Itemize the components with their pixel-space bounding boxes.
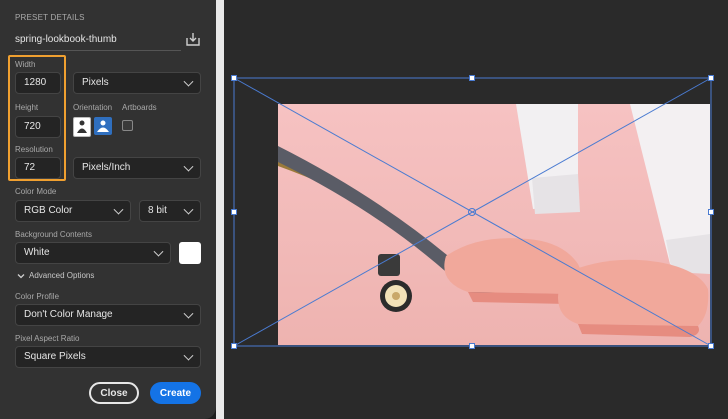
resolution-input[interactable]: 72	[15, 157, 61, 179]
background-select[interactable]: White	[15, 242, 171, 264]
landscape-icon	[97, 120, 109, 132]
transform-handle-top-right[interactable]	[708, 75, 714, 81]
color-mode-select[interactable]: RGB Color	[15, 200, 131, 222]
chevron-down-icon	[17, 273, 25, 278]
transform-handle-bottom[interactable]	[469, 343, 475, 349]
width-unit-value: Pixels	[82, 77, 109, 88]
advanced-options-label: Advanced Options	[29, 271, 95, 280]
preset-name-text: spring-lookbook-thumb	[15, 34, 117, 45]
color-mode-value: RGB Color	[24, 205, 73, 216]
width-unit-select[interactable]: Pixels	[73, 72, 201, 94]
advanced-options-toggle[interactable]: Advanced Options	[17, 271, 94, 280]
section-title: PRESET DETAILS	[15, 13, 85, 22]
resolution-unit-value: Pixels/Inch	[82, 162, 131, 173]
color-profile-select[interactable]: Don't Color Manage	[15, 304, 201, 326]
color-profile-value: Don't Color Manage	[24, 309, 113, 320]
transform-handle-bottom-right[interactable]	[708, 343, 714, 349]
bit-depth-select[interactable]: 8 bit	[139, 200, 201, 222]
transform-handle-top-left[interactable]	[231, 75, 237, 81]
transform-handle-right[interactable]	[708, 209, 714, 215]
artboards-label: Artboards	[122, 103, 157, 112]
height-label: Height	[15, 103, 39, 112]
transform-handle-top[interactable]	[469, 75, 475, 81]
chevron-down-icon	[183, 161, 194, 172]
pixel-aspect-select[interactable]: Square Pixels	[15, 346, 201, 368]
background-color-swatch[interactable]	[179, 242, 201, 264]
preview-photo	[278, 104, 710, 345]
preset-details-panel: PRESET DETAILS spring-lookbook-thumb Wid…	[0, 0, 217, 419]
portrait-orientation-button[interactable]	[73, 117, 91, 137]
width-label: Width	[15, 60, 36, 69]
resolution-label: Resolution	[15, 145, 53, 154]
save-preset-icon[interactable]	[185, 31, 201, 47]
orientation-label: Orientation	[73, 103, 113, 112]
pixel-aspect-label: Pixel Aspect Ratio	[15, 334, 80, 343]
skateboard-sneakers-image	[278, 104, 710, 345]
height-input[interactable]: 720	[15, 116, 61, 138]
chevron-down-icon	[153, 246, 164, 257]
bit-depth-value: 8 bit	[148, 205, 167, 216]
preset-name-field[interactable]: spring-lookbook-thumb	[15, 29, 181, 51]
background-value: White	[24, 247, 50, 258]
color-mode-label: Color Mode	[15, 187, 57, 196]
chevron-down-icon	[183, 76, 194, 87]
transform-handle-left[interactable]	[231, 209, 237, 215]
panel-divider	[216, 0, 224, 419]
chevron-down-icon	[183, 204, 194, 215]
color-profile-label: Color Profile	[15, 292, 60, 301]
chevron-down-icon	[183, 308, 194, 319]
portrait-icon	[77, 120, 87, 133]
pixel-aspect-value: Square Pixels	[24, 351, 86, 362]
resolution-unit-select[interactable]: Pixels/Inch	[73, 157, 201, 179]
transform-handle-bottom-left[interactable]	[231, 343, 237, 349]
close-button[interactable]: Close	[89, 382, 139, 404]
width-input[interactable]: 1280	[15, 72, 61, 94]
background-label: Background Contents	[15, 230, 92, 239]
landscape-orientation-button[interactable]	[94, 117, 112, 135]
chevron-down-icon	[183, 350, 194, 361]
chevron-down-icon	[113, 204, 124, 215]
create-button[interactable]: Create	[150, 382, 201, 404]
artboards-checkbox[interactable]	[122, 120, 133, 131]
